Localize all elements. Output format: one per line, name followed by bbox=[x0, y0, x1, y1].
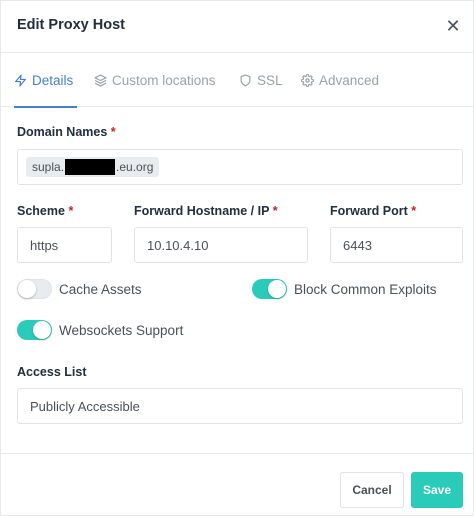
domain-chip-suffix: .eu.org bbox=[116, 160, 154, 174]
forward-port-label-text: Forward Port bbox=[330, 204, 408, 218]
cache-assets-switch[interactable] bbox=[17, 279, 52, 299]
tab-advanced-label: Advanced bbox=[319, 72, 380, 88]
required-mark: * bbox=[110, 125, 116, 139]
block-exploits-label: Block Common Exploits bbox=[294, 281, 437, 297]
cancel-button[interactable]: Cancel bbox=[340, 472, 404, 508]
modal-footer: Cancel Save bbox=[1, 453, 474, 516]
required-mark: * bbox=[272, 204, 278, 218]
scheme-value: https bbox=[30, 237, 59, 253]
websockets-switch[interactable] bbox=[17, 320, 52, 340]
forward-port-value: 6443 bbox=[343, 237, 372, 253]
forward-hostname-input[interactable]: 10.10.4.10 bbox=[134, 227, 308, 263]
switch-knob bbox=[33, 321, 51, 339]
domain-names-label-text: Domain Names bbox=[17, 125, 108, 139]
lightning-icon bbox=[15, 73, 26, 87]
close-icon[interactable]: ✕ bbox=[445, 16, 461, 36]
tab-bar: Details Custom locations SSL Advanced bbox=[1, 53, 474, 108]
shield-icon bbox=[240, 73, 251, 87]
domain-names-input[interactable]: supla. .eu.org bbox=[17, 149, 463, 185]
cache-assets-label: Cache Assets bbox=[59, 281, 142, 297]
tab-details-label: Details bbox=[32, 72, 74, 88]
websockets-label: Websockets Support bbox=[59, 322, 184, 338]
save-button[interactable]: Save bbox=[411, 472, 463, 508]
tab-ssl-label: SSL bbox=[257, 72, 283, 88]
domain-chip[interactable]: supla. .eu.org bbox=[26, 157, 160, 177]
forward-hostname-label: Forward Hostname / IP * bbox=[134, 204, 278, 218]
modal-title: Edit Proxy Host bbox=[17, 17, 125, 33]
modal-header: Edit Proxy Host ✕ bbox=[1, 1, 474, 53]
access-list-label: Access List bbox=[17, 365, 87, 379]
access-list-select[interactable]: Publicly Accessible bbox=[17, 388, 463, 424]
layers-icon bbox=[94, 73, 107, 87]
tab-ssl[interactable]: SSL bbox=[239, 53, 283, 107]
gear-icon bbox=[301, 73, 314, 87]
block-exploits-toggle[interactable]: Block Common Exploits bbox=[252, 279, 437, 299]
websockets-toggle[interactable]: Websockets Support bbox=[17, 320, 183, 340]
tab-details[interactable]: Details bbox=[14, 53, 78, 108]
switch-knob bbox=[18, 280, 36, 298]
cache-assets-toggle[interactable]: Cache Assets bbox=[17, 279, 142, 299]
tab-custom-locations-label: Custom locations bbox=[112, 72, 216, 88]
scheme-label-text: Scheme bbox=[17, 204, 65, 218]
domain-chip-prefix: supla. bbox=[32, 160, 65, 174]
forward-hostname-label-text: Forward Hostname / IP bbox=[134, 204, 270, 218]
redacted-block bbox=[65, 159, 116, 175]
forward-port-input[interactable]: 6443 bbox=[330, 227, 463, 263]
forward-port-label: Forward Port * bbox=[330, 204, 416, 218]
scheme-label: Scheme * bbox=[17, 204, 73, 218]
required-mark: * bbox=[411, 204, 417, 218]
scheme-select[interactable]: https bbox=[17, 227, 112, 263]
access-list-value: Publicly Accessible bbox=[30, 398, 140, 414]
edit-proxy-host-modal: Edit Proxy Host ✕ Details Custom locatio… bbox=[0, 0, 474, 516]
tab-custom-locations[interactable]: Custom locations bbox=[94, 53, 216, 107]
switch-knob bbox=[268, 280, 286, 298]
block-exploits-switch[interactable] bbox=[252, 279, 287, 299]
tab-advanced[interactable]: Advanced bbox=[301, 53, 379, 107]
required-mark: * bbox=[68, 204, 74, 218]
forward-hostname-value: 10.10.4.10 bbox=[147, 237, 209, 253]
domain-names-label: Domain Names * bbox=[17, 125, 116, 139]
